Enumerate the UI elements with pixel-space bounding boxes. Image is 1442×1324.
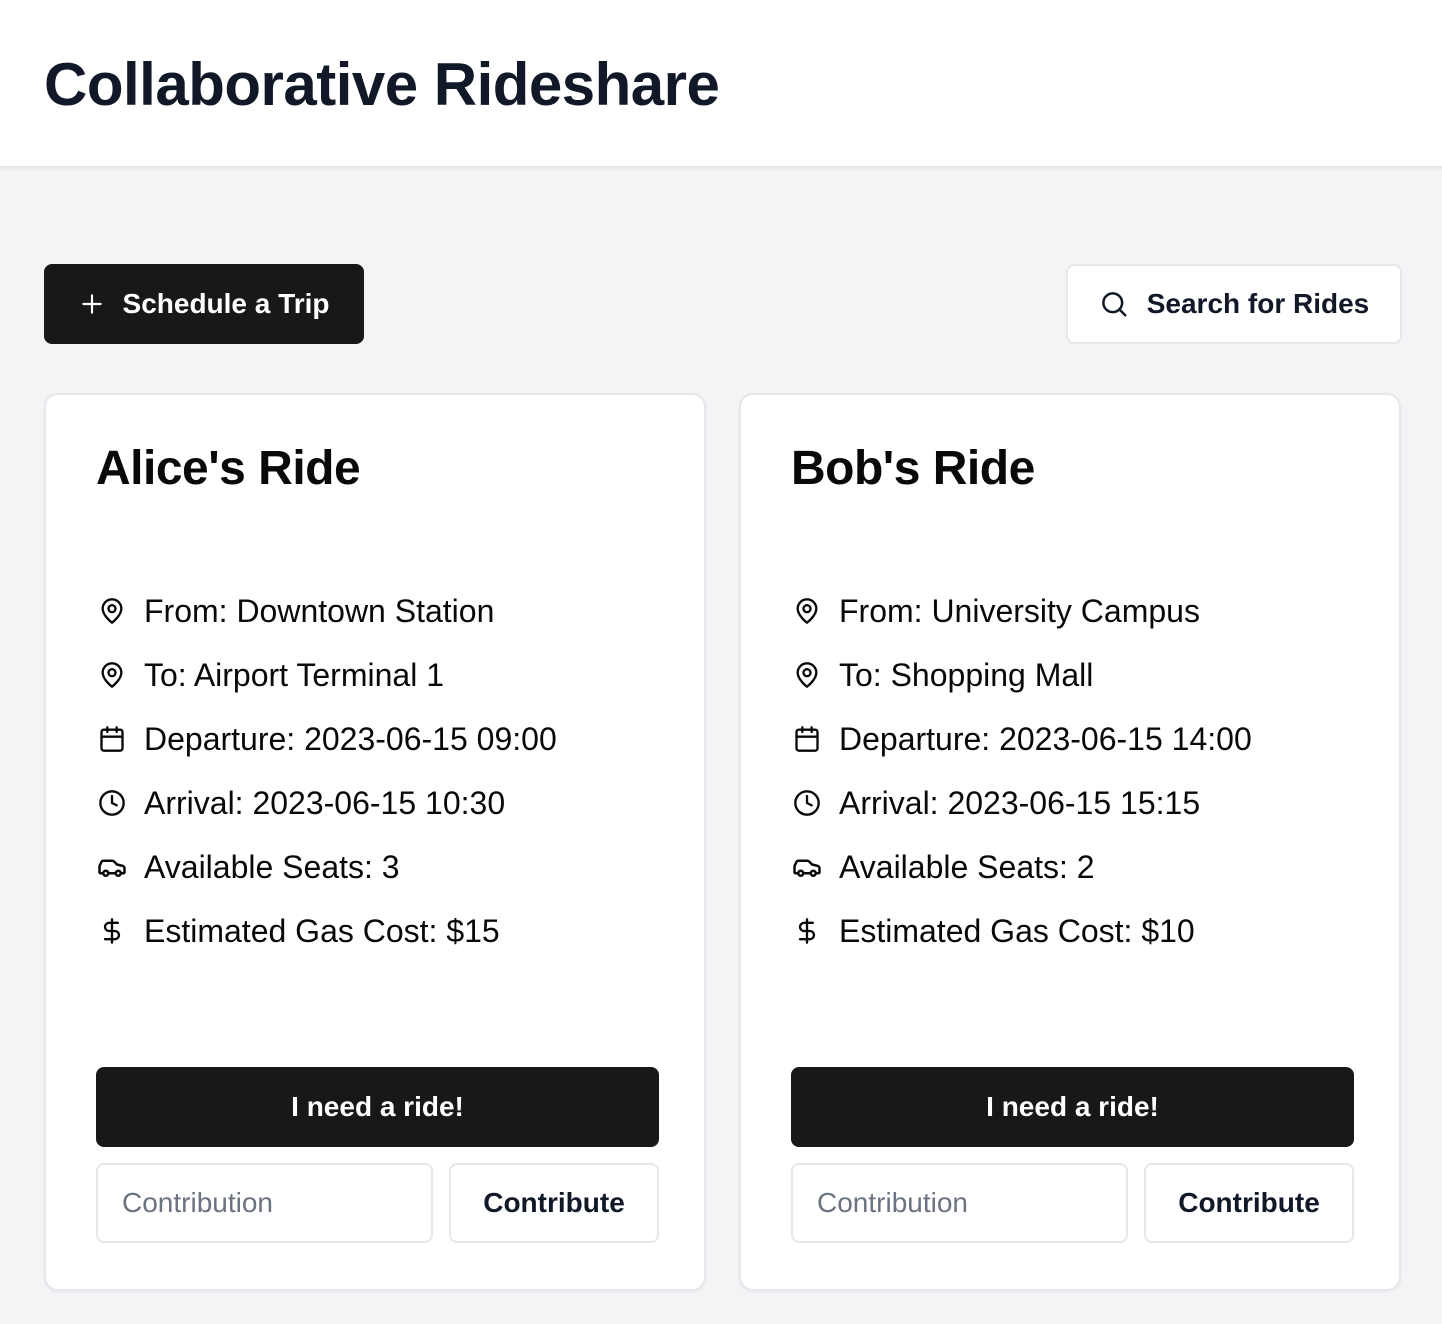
- car-icon: [791, 851, 823, 883]
- calendar-icon: [96, 723, 128, 755]
- ride-from: From: University Campus: [791, 579, 1252, 643]
- dollar-icon: [96, 915, 128, 947]
- search-rides-label: Search for Rides: [1146, 288, 1370, 319]
- car-icon: [96, 851, 128, 883]
- ride-details: From: Downtown Station To: Airport Termi…: [96, 579, 557, 963]
- ride-arrival-text: Arrival: 2023-06-15 15:15: [839, 784, 1201, 821]
- contribute-button[interactable]: Contribute: [449, 1163, 659, 1243]
- ride-seats: Available Seats: 3: [96, 835, 557, 899]
- clock-icon: [96, 787, 128, 819]
- map-pin-icon: [791, 659, 823, 691]
- ride-seats-text: Available Seats: 2: [839, 848, 1095, 885]
- ride-to-text: To: Airport Terminal 1: [144, 656, 444, 693]
- app-header: Collaborative Rideshare: [0, 0, 1442, 168]
- ride-gas-text: Estimated Gas Cost: $15: [144, 912, 500, 949]
- ride-departure-text: Departure: 2023-06-15 14:00: [839, 720, 1252, 757]
- schedule-trip-button[interactable]: Schedule a Trip: [44, 264, 364, 344]
- contribution-input[interactable]: [96, 1163, 433, 1243]
- ride-details: From: University Campus To: Shopping Mal…: [791, 579, 1252, 963]
- ride-gas: Estimated Gas Cost: $15: [96, 899, 557, 963]
- ride-arrival: Arrival: 2023-06-15 10:30: [96, 771, 557, 835]
- ride-card: Alice's Ride From: Downtown Station To: …: [44, 393, 706, 1291]
- calendar-icon: [791, 723, 823, 755]
- ride-seats: Available Seats: 2: [791, 835, 1252, 899]
- map-pin-icon: [791, 595, 823, 627]
- clock-icon: [791, 787, 823, 819]
- ride-from: From: Downtown Station: [96, 579, 557, 643]
- dollar-icon: [791, 915, 823, 947]
- ride-from-text: From: University Campus: [839, 592, 1200, 629]
- contribution-input[interactable]: [791, 1163, 1128, 1243]
- ride-card: Bob's Ride From: University Campus To: S…: [739, 393, 1401, 1291]
- ride-gas-text: Estimated Gas Cost: $10: [839, 912, 1195, 949]
- schedule-trip-label: Schedule a Trip: [122, 288, 330, 319]
- ride-title: Alice's Ride: [96, 442, 361, 495]
- search-icon: [1099, 289, 1129, 319]
- ride-to-text: To: Shopping Mall: [839, 656, 1094, 693]
- map-pin-icon: [96, 659, 128, 691]
- plus-icon: [79, 291, 105, 317]
- need-ride-button[interactable]: I need a ride!: [96, 1067, 659, 1147]
- ride-departure: Departure: 2023-06-15 14:00: [791, 707, 1252, 771]
- ride-to: To: Airport Terminal 1: [96, 643, 557, 707]
- ride-gas: Estimated Gas Cost: $10: [791, 899, 1252, 963]
- page-title: Collaborative Rideshare: [44, 51, 720, 118]
- search-rides-button[interactable]: Search for Rides: [1066, 264, 1402, 344]
- ride-arrival-text: Arrival: 2023-06-15 10:30: [144, 784, 506, 821]
- ride-arrival: Arrival: 2023-06-15 15:15: [791, 771, 1252, 835]
- ride-to: To: Shopping Mall: [791, 643, 1252, 707]
- contribute-button[interactable]: Contribute: [1144, 1163, 1354, 1243]
- ride-from-text: From: Downtown Station: [144, 592, 495, 629]
- need-ride-button[interactable]: I need a ride!: [791, 1067, 1354, 1147]
- ride-departure-text: Departure: 2023-06-15 09:00: [144, 720, 557, 757]
- ride-seats-text: Available Seats: 3: [144, 848, 400, 885]
- ride-title: Bob's Ride: [791, 442, 1035, 495]
- ride-departure: Departure: 2023-06-15 09:00: [96, 707, 557, 771]
- map-pin-icon: [96, 595, 128, 627]
